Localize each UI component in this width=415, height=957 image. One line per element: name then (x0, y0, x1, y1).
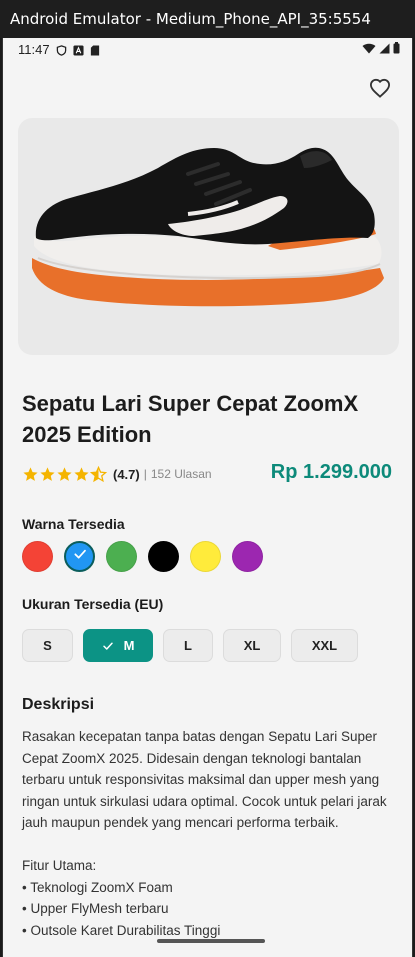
product-title: Sepatu Lari Super Cepat ZoomX 2025 Editi… (22, 391, 359, 447)
gesture-nav-handle[interactable] (157, 939, 265, 943)
battery-icon (393, 41, 400, 57)
size-button-xl[interactable]: XL (223, 629, 281, 662)
size-button-xxl[interactable]: XXL (291, 629, 358, 662)
color-swatch-yellow[interactable] (190, 541, 221, 572)
size-button-l[interactable]: L (163, 629, 213, 662)
rating-separator: | (143, 467, 147, 481)
star-rating (22, 465, 108, 483)
phone-screen: 11:47 Sepatu Lari Super Cepat ZoomX 2025… (2, 38, 413, 957)
description-title: Deskripsi (22, 696, 95, 713)
size-label: S (43, 638, 52, 653)
favorite-button[interactable] (368, 78, 392, 102)
size-label: XXL (311, 638, 338, 653)
review-count: 152 Ulasan (150, 467, 212, 481)
signal-icon (379, 42, 390, 57)
star-icon (56, 466, 73, 483)
star-icon (22, 466, 39, 483)
color-options (22, 541, 263, 572)
color-swatch-purple[interactable] (232, 541, 263, 572)
status-bar: 11:47 (3, 38, 412, 60)
status-time: 11:47 (18, 41, 50, 57)
check-icon (72, 546, 88, 567)
product-price: Rp 1.299.000 (270, 461, 392, 483)
color-swatch-green[interactable] (106, 541, 137, 572)
heart-outline-icon (369, 78, 391, 103)
color-swatch-blue[interactable] (64, 541, 95, 572)
star-icon (39, 466, 56, 483)
sd-card-icon (90, 44, 101, 56)
rating-value: (4.7) (113, 466, 140, 482)
size-options: S M L XL XXL (22, 629, 358, 662)
size-button-m[interactable]: M (83, 629, 153, 662)
size-label: M (123, 638, 135, 653)
check-icon (102, 640, 114, 652)
wifi-icon (362, 42, 376, 57)
size-label: L (184, 638, 192, 653)
color-swatch-red[interactable] (22, 541, 53, 572)
color-section-label: Warna Tersedia (22, 516, 125, 532)
description-body: Rasakan kecepatan tanpa batas dengan Sep… (22, 729, 387, 938)
window-title: Android Emulator - Medium_Phone_API_35:5… (10, 10, 371, 28)
product-image (18, 118, 399, 355)
emulator-title-bar: Android Emulator - Medium_Phone_API_35:5… (0, 0, 415, 38)
star-icon (73, 466, 90, 483)
rating-row: (4.7) | 152 Ulasan (22, 463, 212, 485)
size-button-s[interactable]: S (22, 629, 73, 662)
size-label: XL (243, 638, 261, 653)
shield-icon (56, 44, 67, 56)
font-icon (73, 44, 84, 56)
size-section-label: Ukuran Tersedia (EU) (22, 596, 164, 612)
color-swatch-black[interactable] (148, 541, 179, 572)
star-half-icon (89, 465, 108, 483)
